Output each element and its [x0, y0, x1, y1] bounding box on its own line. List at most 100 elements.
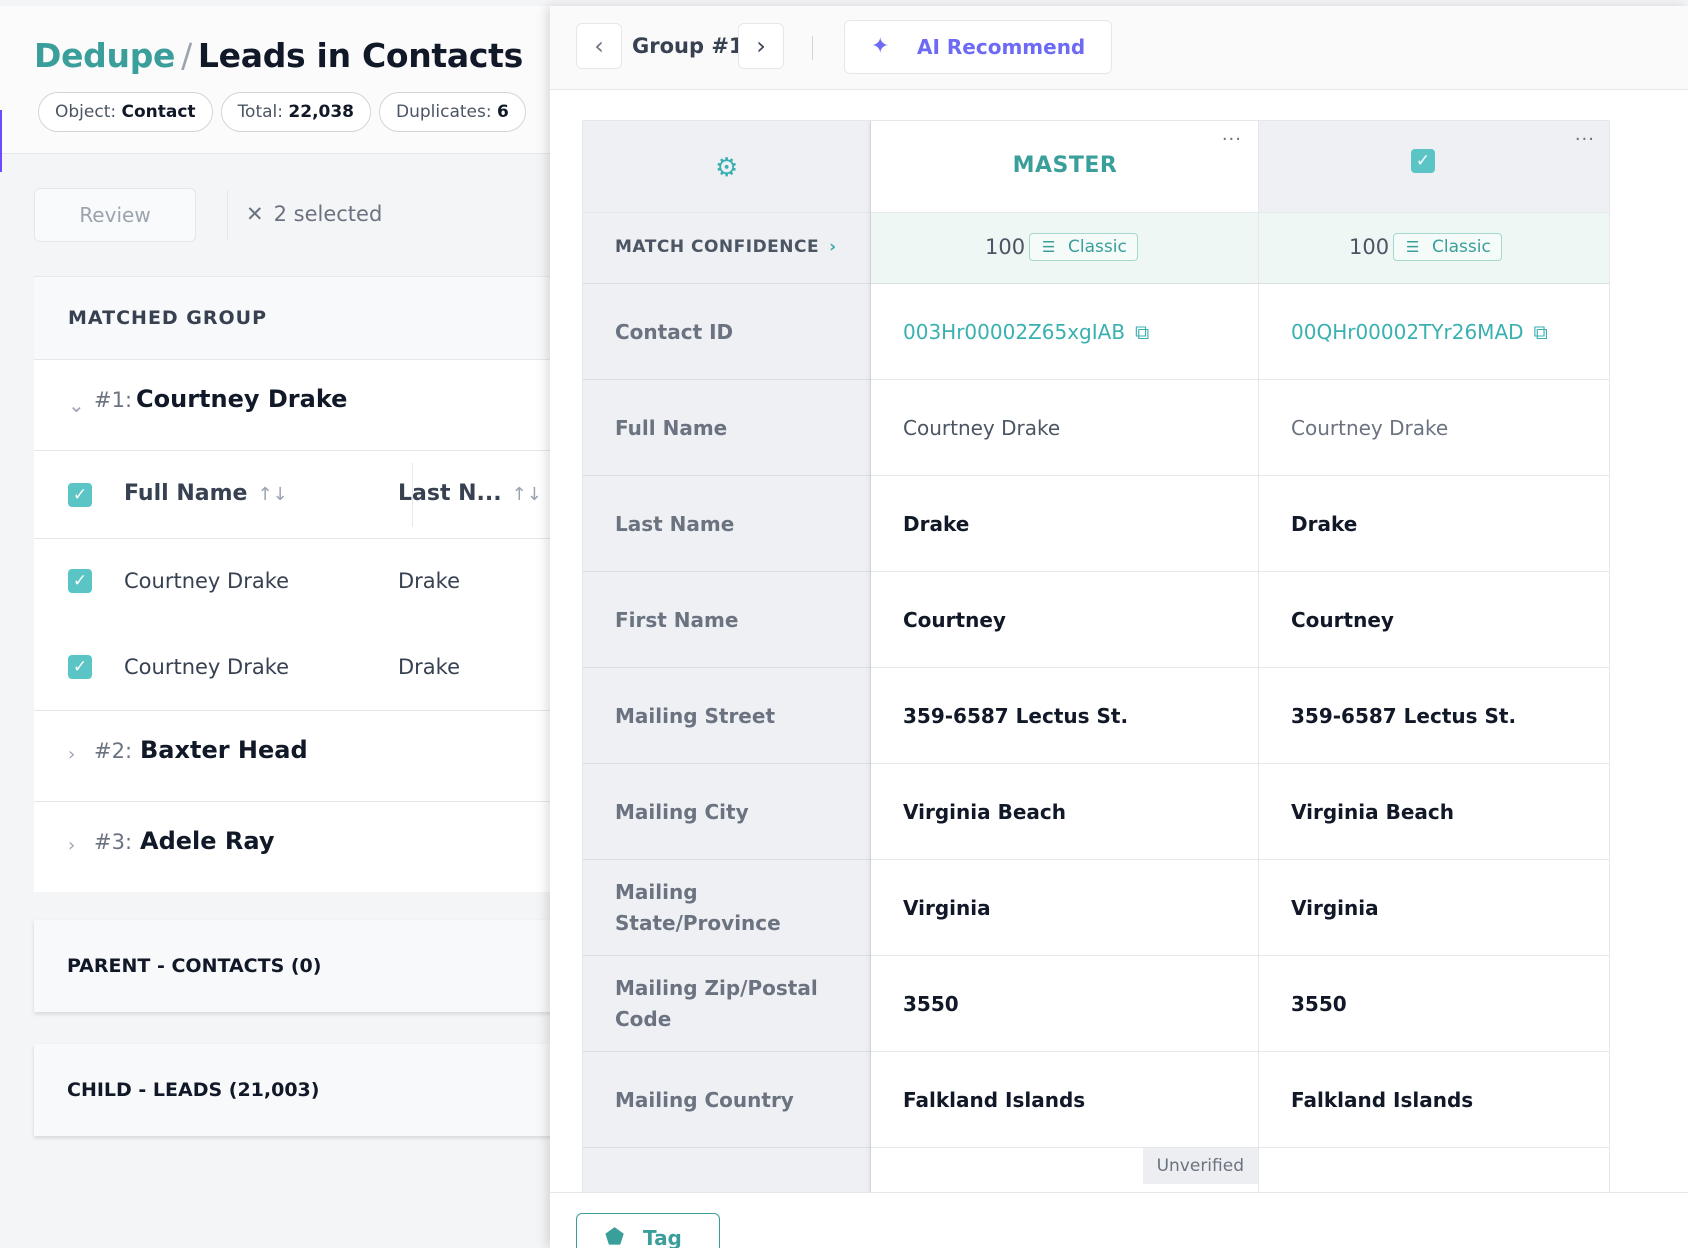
duplicate-field-row[interactable]: Virginia	[1259, 860, 1609, 956]
object-chip: Object: Contact	[38, 92, 213, 132]
duplicate-field-row[interactable]	[1259, 1148, 1609, 1193]
table-row[interactable]: ✓ Courtney Drake Drake	[34, 625, 560, 711]
confidence-score: 100	[1349, 235, 1390, 259]
breadcrumb-current: Leads in Contacts	[197, 36, 523, 75]
table-row[interactable]: ✓ Courtney Drake Drake	[34, 539, 560, 625]
previous-group-button[interactable]: ‹	[576, 23, 622, 69]
sort-icon[interactable]: ↑↓	[257, 484, 287, 505]
child-leads-section[interactable]: CHILD - LEADS (21,003)	[34, 1044, 560, 1136]
sliders-icon: ☰	[1406, 238, 1420, 256]
duplicate-field-row[interactable]: 00QHr00002TYr26MAD ⧉	[1259, 284, 1609, 380]
merge-drawer: ‹ Group #1 › ✦ AI Recommend ⚙ MATCH CONF…	[550, 6, 1688, 1248]
duplicate-confidence-cell: 100 ☰ Classic	[1259, 213, 1609, 284]
master-confidence-cell: 100 ☰ Classic	[871, 213, 1258, 284]
external-link-icon[interactable]: ⧉	[1534, 320, 1548, 344]
page-header: Dedupe / Leads in Contacts Object: Contact…	[0, 6, 560, 154]
duplicates-chip: Duplicates: 6	[379, 92, 526, 132]
duplicate-field-row[interactable]: 3550	[1259, 956, 1609, 1052]
master-field-row[interactable]: Drake	[871, 476, 1258, 572]
field-label-row: First Name	[583, 572, 870, 668]
contact-id-link[interactable]: 00QHr00002TYr26MAD ⧉	[1291, 284, 1548, 380]
group-name: Baxter Head	[140, 736, 308, 764]
master-field-row[interactable]: Unverified	[871, 1148, 1258, 1193]
master-record-column: MASTER ··· 100 ☰ Classic 003Hr00002Z65xgI…	[871, 121, 1259, 1193]
group-row-3[interactable]: › #3: Adele Ray	[34, 802, 560, 893]
master-field-row[interactable]: Falkland Islands	[871, 1052, 1258, 1148]
cell-last-name: Drake	[398, 655, 461, 679]
clear-selection-icon[interactable]: ✕	[246, 202, 264, 226]
matched-group-card: MATCHED GROUP ⌄ #1: Courtney Drake ✓ Ful…	[34, 276, 560, 892]
chevron-right-icon[interactable]: ›	[68, 835, 88, 856]
classic-badge[interactable]: ☰ Classic	[1029, 233, 1138, 261]
toolbar-divider	[812, 36, 813, 60]
select-all-checkbox[interactable]: ✓	[68, 483, 92, 507]
master-header: MASTER ···	[871, 121, 1258, 213]
match-confidence-label[interactable]: MATCH CONFIDENCE ›	[615, 237, 837, 257]
master-field-row[interactable]: Courtney Drake	[871, 380, 1258, 476]
matched-group-header: MATCHED GROUP	[34, 277, 560, 360]
field-label-row	[583, 1148, 870, 1193]
gear-icon[interactable]: ⚙	[715, 153, 738, 183]
master-field-row[interactable]: Courtney	[871, 572, 1258, 668]
column-header-last-name[interactable]: Last N... ↑↓	[398, 481, 542, 506]
group-row-2[interactable]: › #2: Baxter Head	[34, 711, 560, 802]
duplicate-field-row[interactable]: Courtney Drake	[1259, 380, 1609, 476]
ai-recommend-button[interactable]: ✦ AI Recommend	[844, 20, 1112, 74]
chevron-down-icon[interactable]: ⌄	[68, 393, 88, 417]
classic-badge[interactable]: ☰ Classic	[1393, 233, 1502, 261]
cell-full-name: Courtney Drake	[124, 655, 290, 679]
duplicate-field-row[interactable]: Courtney	[1259, 572, 1609, 668]
parent-contacts-section[interactable]: PARENT - CONTACTS (0)	[34, 920, 560, 1012]
breadcrumb-dedupe[interactable]: Dedupe	[34, 36, 175, 75]
summary-chips: Object: Contact Total: 22,038 Duplicates…	[38, 92, 526, 132]
chevron-right-icon: ›	[756, 32, 766, 60]
total-chip: Total: 22,038	[220, 92, 372, 132]
master-field-row[interactable]: 359-6587 Lectus St.	[871, 668, 1258, 764]
review-button[interactable]: Review	[34, 188, 196, 242]
more-options-icon[interactable]: ···	[1222, 129, 1242, 150]
next-group-button[interactable]: ›	[738, 23, 784, 69]
row-checkbox[interactable]: ✓	[68, 569, 92, 593]
duplicate-field-row[interactable]: Drake	[1259, 476, 1609, 572]
duplicate-field-row[interactable]: Virginia Beach	[1259, 764, 1609, 860]
duplicate-field-row[interactable]: 359-6587 Lectus St.	[1259, 668, 1609, 764]
cell-full-name: Courtney Drake	[124, 569, 290, 593]
tag-icon: ⬟	[605, 1225, 625, 1248]
more-options-icon[interactable]: ···	[1575, 129, 1595, 150]
duplicate-header: ✓ ···	[1259, 121, 1609, 213]
external-link-icon[interactable]: ⧉	[1135, 320, 1149, 344]
master-field-row[interactable]: Virginia Beach	[871, 764, 1258, 860]
sliders-icon: ☰	[1042, 238, 1056, 256]
match-confidence-label-cell: MATCH CONFIDENCE ›	[583, 213, 870, 284]
confidence-score: 100	[985, 235, 1026, 259]
group-row-1[interactable]: ⌄ #1: Courtney Drake	[34, 360, 560, 451]
tag-button[interactable]: ⬟ Tag	[576, 1213, 720, 1248]
settings-header: ⚙	[583, 121, 870, 213]
magic-wand-icon: ✦	[871, 34, 890, 59]
field-label-row: Mailing Country	[583, 1052, 870, 1148]
active-indicator	[0, 110, 2, 172]
group-label: Group #1	[632, 34, 744, 58]
unverified-badge: Unverified	[1142, 1148, 1258, 1184]
breadcrumb-separator: /	[181, 36, 192, 75]
group-number: #2:	[94, 739, 133, 763]
master-field-row[interactable]: 3550	[871, 956, 1258, 1052]
master-field-row[interactable]: Virginia	[871, 860, 1258, 956]
selected-count: 2 selected	[273, 202, 383, 226]
row-checkbox[interactable]: ✓	[68, 655, 92, 679]
duplicate-select-checkbox[interactable]: ✓	[1411, 149, 1435, 173]
field-label-row: Mailing Zip/Postal Code	[583, 956, 870, 1052]
column-header-full-name[interactable]: Full Name ↑↓	[124, 481, 288, 506]
sort-icon[interactable]: ↑↓	[512, 484, 542, 505]
master-field-row[interactable]: 003Hr00002Z65xgIAB ⧉	[871, 284, 1258, 380]
comparison-grid: ⚙ MATCH CONFIDENCE › Contact ID Full Name…	[582, 120, 1610, 1194]
selection-summary: ✕ 2 selected	[246, 202, 382, 226]
table-header: ✓ Full Name ↑↓ Last N... ↑↓	[34, 451, 560, 539]
duplicate-field-row[interactable]: Falkland Islands	[1259, 1052, 1609, 1148]
contact-id-link[interactable]: 003Hr00002Z65xgIAB ⧉	[903, 284, 1149, 380]
field-label-row: Full Name	[583, 380, 870, 476]
chevron-right-icon[interactable]: ›	[829, 237, 837, 257]
chevron-right-icon[interactable]: ›	[68, 744, 88, 765]
toolbar-divider	[227, 190, 228, 240]
drawer-footer: ⬟ Tag	[550, 1192, 1688, 1248]
